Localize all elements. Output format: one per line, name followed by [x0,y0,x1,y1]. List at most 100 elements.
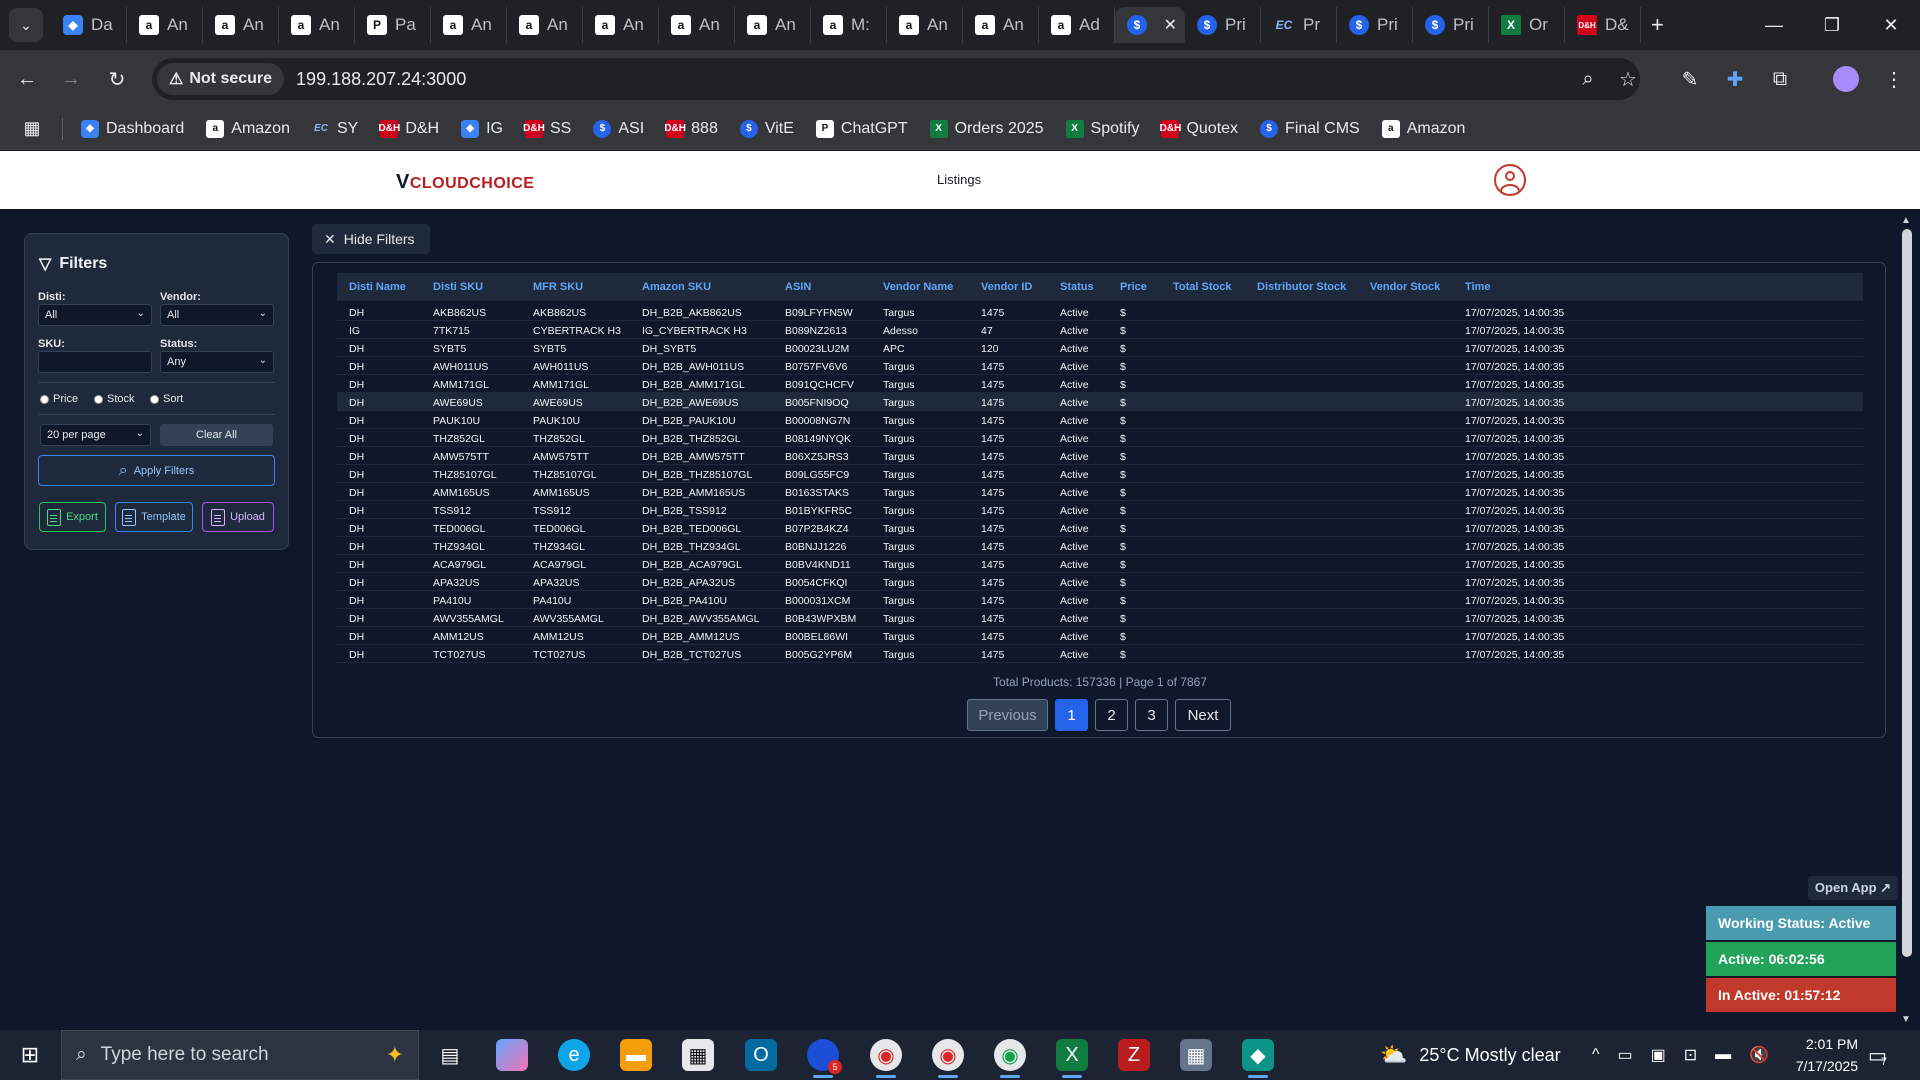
browser-tab[interactable]: X Or [1489,7,1565,43]
previous-page-button[interactable]: Previous [967,699,1048,731]
app-diamond-icon[interactable]: ◆ [1242,1039,1274,1078]
reload-button[interactable]: ↻ [98,60,136,98]
bookmark-sy[interactable]: EC SY [312,120,358,138]
task-view-icon[interactable]: ▤ [434,1039,466,1071]
browser-tab[interactable]: a An [963,7,1039,43]
column-header[interactable]: Vendor Name [883,281,953,293]
bookmark-ss[interactable]: D&H SS [523,119,571,138]
table-row[interactable]: DH ACA979GL ACA979GL DH_B2B_ACA979GL B0BV4KN… [337,555,1863,573]
store-icon[interactable]: ▦ [682,1039,714,1071]
table-row[interactable]: DH PAUK10U PAUK10U DH_B2B_PAUK10U B00008NG7N… [337,411,1863,429]
bookmark-vite[interactable]: $ VitE [739,119,794,138]
table-row[interactable]: DH TCT027US TCT027US DH_B2B_TCT027US B005G2Y… [337,645,1863,663]
scroll-up-icon[interactable]: ▲ [1901,215,1911,226]
chevron-up-icon[interactable]: ^ [1592,1046,1600,1064]
table-row[interactable]: DH THZ85107GL THZ85107GL DH_B2B_THZ85107GL B… [337,465,1863,483]
calculator-icon[interactable]: ▦ [1180,1039,1212,1071]
table-row[interactable]: DH TED006GL TED006GL DH_B2B_TED006GL B07P2B4… [337,519,1863,537]
browser-tab[interactable]: $ Pri [1413,7,1489,43]
notifications-icon[interactable]: ▭ 7 [1868,1030,1887,1080]
network-icon[interactable]: ▭ [1618,1045,1633,1065]
page-1-button[interactable]: 1 [1055,699,1088,731]
table-row[interactable]: DH AWH011US AWH011US DH_B2B_AWH011US B0757FV… [337,357,1863,375]
column-header[interactable]: Vendor ID [981,281,1032,293]
table-row[interactable]: DH SYBT5 SYBT5 DH_SYBT5 B00023LU2M APC 120 Acti… [337,339,1863,357]
column-header[interactable]: Disti SKU [433,281,483,293]
table-row[interactable]: DH AMM165US AMM165US DH_B2B_AMM165US B0163ST… [337,483,1863,501]
browser-tab[interactable]: ◆ Da [51,7,127,43]
restore-icon[interactable]: ❐ [1803,0,1861,50]
table-row[interactable]: DH AWV355AMGL AWV355AMGL DH_B2B_AWV355AMGL B… [337,609,1863,627]
browser-tab[interactable]: a An [735,7,811,43]
browser-tab[interactable]: a An [887,7,963,43]
browser-tab[interactable]: a Ad [1039,7,1115,43]
next-page-button[interactable]: Next [1175,699,1231,731]
outlook-icon[interactable]: O [745,1039,777,1071]
column-header[interactable]: MFR SKU [533,281,583,293]
bookmark-ig[interactable]: ◆ IG [461,119,503,138]
table-row[interactable]: DH THZ934GL THZ934GL DH_B2B_THZ934GL B0BNJJ1… [337,537,1863,555]
browser-menu-icon[interactable]: ⋮ [1874,58,1914,100]
outlook-new-icon[interactable]: 5 [807,1039,842,1078]
weather-widget[interactable]: ⛅ 25°C Mostly clear [1380,1030,1561,1080]
bookmark-spotify[interactable]: X Spotify [1065,119,1139,138]
browser-tab[interactable]: a An [127,7,203,43]
table-row[interactable]: DH AWE69US AWE69US DH_B2B_AWE69US B005FNI9OQ… [337,393,1863,411]
table-row[interactable]: DH AKB862US AKB862US DH_B2B_AKB862US B09LFYF… [337,303,1863,321]
browser-tab[interactable]: $ ✕ [1115,7,1185,43]
scrollbar-thumb[interactable] [1902,229,1912,957]
column-header[interactable]: Disti Name [349,281,406,293]
bookmark-star-icon[interactable]: ☆ [1608,58,1648,100]
new-tab-button[interactable]: + [1651,12,1664,38]
table-row[interactable]: DH THZ852GL THZ852GL DH_B2B_THZ852GL B08149N… [337,429,1863,447]
upload-button[interactable]: Upload [202,502,274,532]
scroll-down-icon[interactable]: ▼ [1901,1014,1911,1025]
bookmark-dashboard[interactable]: ◆ Dashboard [81,119,184,138]
url-text[interactable]: 199.188.207.24:3000 [296,69,466,90]
column-header[interactable]: Distributor Stock [1257,281,1346,293]
bookmark-orders-2025[interactable]: X Orders 2025 [929,119,1044,138]
close-window-icon[interactable]: ✕ [1862,0,1920,50]
column-header[interactable]: ASIN [785,281,811,293]
browser-tab[interactable]: $ Pri [1185,7,1261,43]
open-app-button[interactable]: Open App ↗ [1808,876,1898,900]
browser-tab[interactable]: $ Pri [1337,7,1413,43]
excel-icon[interactable]: X [1056,1039,1088,1078]
filezilla-icon[interactable]: Z [1118,1039,1150,1071]
radio-price[interactable]: Price [40,393,78,405]
extension-feather-icon[interactable]: ✎ [1670,58,1710,100]
file-explorer-icon[interactable]: ▬ [620,1039,652,1071]
browser-tab[interactable]: a An [279,7,355,43]
display-icon[interactable]: ⊡ [1684,1045,1697,1065]
hide-filters-button[interactable]: ✕ Hide Filters [312,224,430,254]
table-row[interactable]: DH PA410U PA410U DH_B2B_PA410U B000031XCM Tar… [337,591,1863,609]
browser-tab[interactable]: EC Pr [1261,7,1337,43]
extension-puzzle-icon[interactable]: ✚ [1715,58,1755,100]
table-row[interactable]: DH AMM171GL AMM171GL DH_B2B_AMM171GL B091QCH… [337,375,1863,393]
zoom-icon[interactable]: ⌕ [1568,58,1608,100]
forward-button[interactable]: → [52,60,90,98]
nav-listings[interactable]: Listings [937,172,981,187]
profile-avatar[interactable] [1826,58,1866,100]
bookmark-888[interactable]: D&H 888 [664,119,718,138]
clock[interactable]: 2:01 PM 7/17/2025 [1782,1030,1858,1080]
bookmark-d-h[interactable]: D&H D&H [379,119,439,138]
column-header[interactable]: Amazon SKU [642,281,711,293]
table-row[interactable]: DH APA32US APA32US DH_B2B_APA32US B0054CFKQI… [337,573,1863,591]
bookmark-asi[interactable]: $ ASI [593,119,644,138]
vendor-select[interactable]: All ⌄ [160,304,274,326]
tab-close-icon[interactable]: ✕ [1164,15,1177,35]
clear-all-button[interactable]: Clear All [160,424,273,446]
volume-muted-icon[interactable]: 🔇 [1749,1045,1769,1065]
radio-stock[interactable]: Stock [94,393,135,405]
sparkle-icon[interactable]: ✦ [386,1042,404,1068]
table-row[interactable]: DH AMW575TT AMW575TT DH_B2B_AMW575TT B06XZ5J… [337,447,1863,465]
bookmark-chatgpt[interactable]: P ChatGPT [815,119,908,138]
browser-tab[interactable]: a An [431,7,507,43]
address-bar[interactable]: ⚠ Not secure 199.188.207.24:3000 ⌕ ☆ [152,58,1640,100]
column-header[interactable]: Vendor Stock [1370,281,1440,293]
template-button[interactable]: Template [115,502,193,532]
column-header[interactable]: Price [1120,281,1147,293]
browser-tab[interactable]: a M: [811,7,887,43]
chrome-icon[interactable]: ◉ [870,1039,902,1078]
